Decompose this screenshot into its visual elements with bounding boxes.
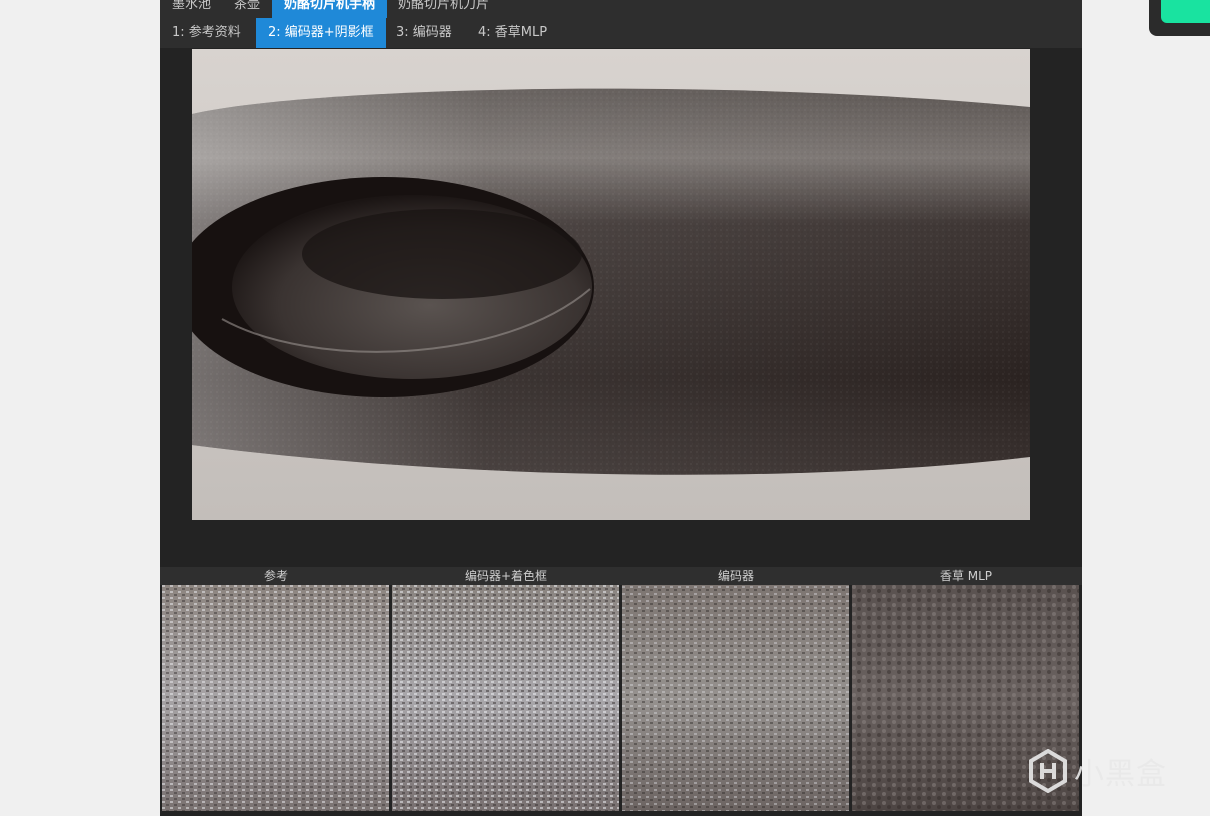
column-label-reference: 参考 (263, 569, 288, 583)
handle-render-image (192, 49, 1030, 520)
comparison-tile-encoder[interactable] (622, 585, 849, 811)
comparison-header: 参考 编码器+着色框 编码器 香草 MLP (160, 567, 1082, 585)
texture-crop-encoder-shading-box (392, 585, 619, 811)
floating-action-button[interactable] (1161, 0, 1210, 23)
tab-teapot[interactable]: 茶壶 (222, 0, 272, 18)
tab-inkwell[interactable]: 墨水池 (160, 0, 223, 18)
watermark-text: 小黑盒 (1074, 757, 1167, 792)
viewer-panel: 墨水池 茶壶 奶酪切片机手柄 奶酪切片机刀片 1: 参考资料 2: 编码器+阴影… (160, 0, 1082, 816)
tab-encoder[interactable]: 3: 编码器 (384, 18, 464, 48)
material-tab-bar: 墨水池 茶壶 奶酪切片机手柄 奶酪切片机刀片 (160, 0, 1082, 18)
column-label-encoder: 编码器 (717, 569, 754, 583)
xiaoheihe-logo-icon (1029, 749, 1067, 793)
tab-cheese-slicer-handle[interactable]: 奶酪切片机手柄 (272, 0, 388, 18)
column-label-encoder-shading-box: 编码器+着色框 (464, 569, 548, 583)
render-view[interactable] (192, 49, 1030, 520)
watermark: 小黑盒 (1028, 748, 1167, 794)
texture-crop-encoder (622, 585, 849, 811)
tab-encoder-shading-box[interactable]: 2: 编码器+阴影框 (256, 18, 386, 48)
tab-reference[interactable]: 1: 参考资料 (160, 18, 253, 48)
column-label-vanilla-mlp: 香草 MLP (939, 569, 993, 583)
tab-cheese-slicer-blade[interactable]: 奶酪切片机刀片 (386, 0, 501, 18)
texture-crop-reference (162, 585, 389, 811)
comparison-tile-encoder-shading-box[interactable] (392, 585, 619, 811)
comparison-tile-reference[interactable] (162, 585, 389, 811)
floating-widget (1149, 0, 1210, 36)
tab-vanilla-mlp[interactable]: 4: 香草MLP (466, 18, 559, 48)
mode-tab-bar: 1: 参考资料 2: 编码器+阴影框 3: 编码器 4: 香草MLP (160, 18, 1082, 48)
